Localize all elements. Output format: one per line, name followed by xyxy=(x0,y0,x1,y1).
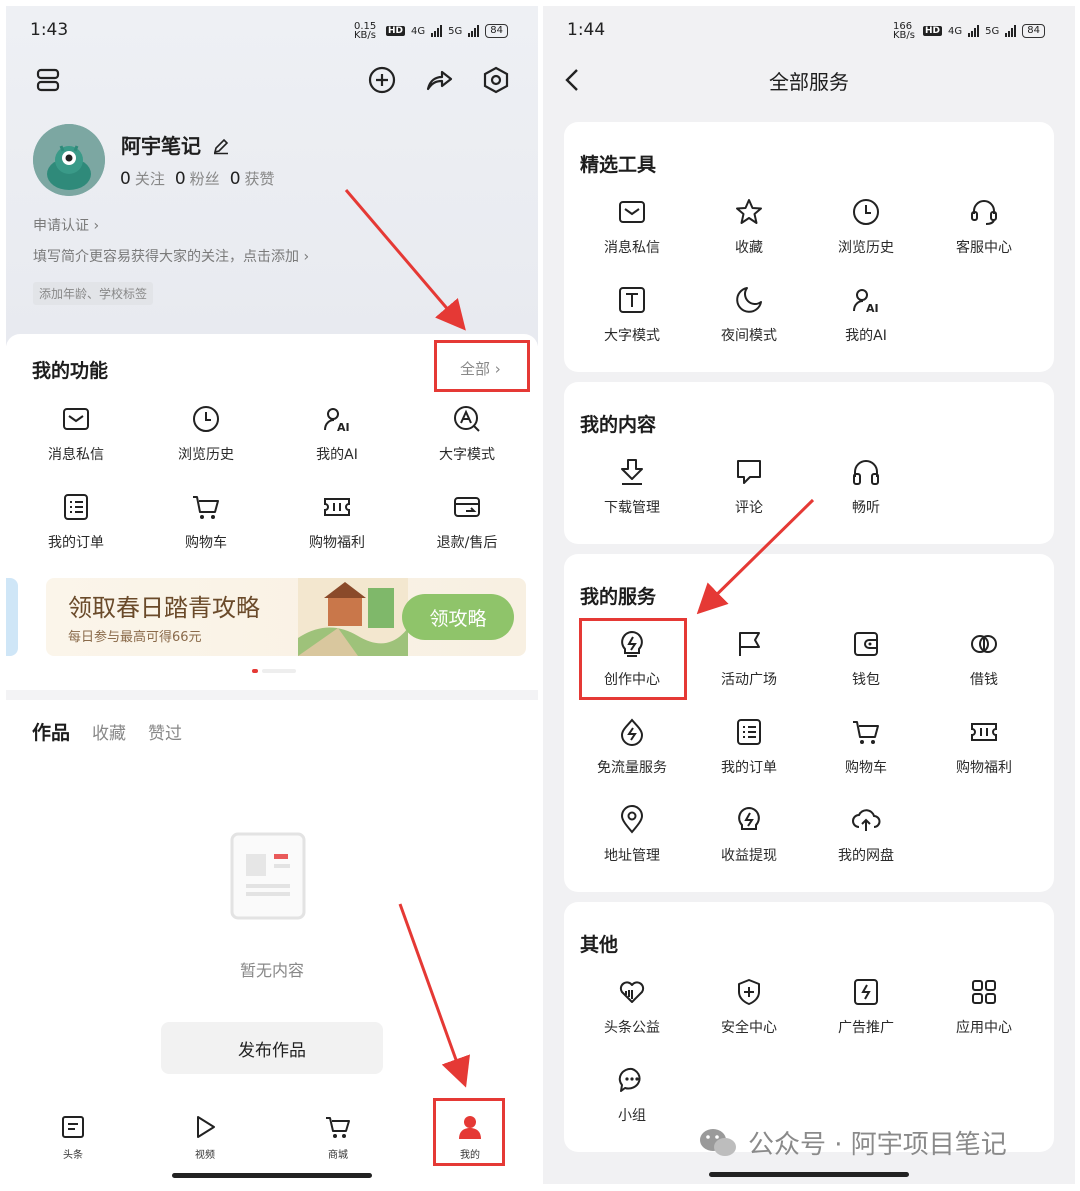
watermark-text: 公众号 · 阿宇项目笔记 xyxy=(748,1130,1007,1160)
annotation-arrows xyxy=(696,498,815,615)
all-services-screen: 1:44 166 KB/s HD 4G 5G 84 全部服务 精选工具 我的内容… xyxy=(543,6,1075,1184)
watermark: 公众号 · 阿宇项目笔记 xyxy=(698,1124,1007,1161)
profile-screen: 1:43 0.15 KB/s HD 4G 5G 84 阿宇笔记 0 关注 0 粉丝 … xyxy=(6,6,538,1184)
annotation-arrows xyxy=(344,189,470,1088)
wechat-logo-icon xyxy=(700,1128,736,1156)
home-indicator xyxy=(709,1172,909,1177)
